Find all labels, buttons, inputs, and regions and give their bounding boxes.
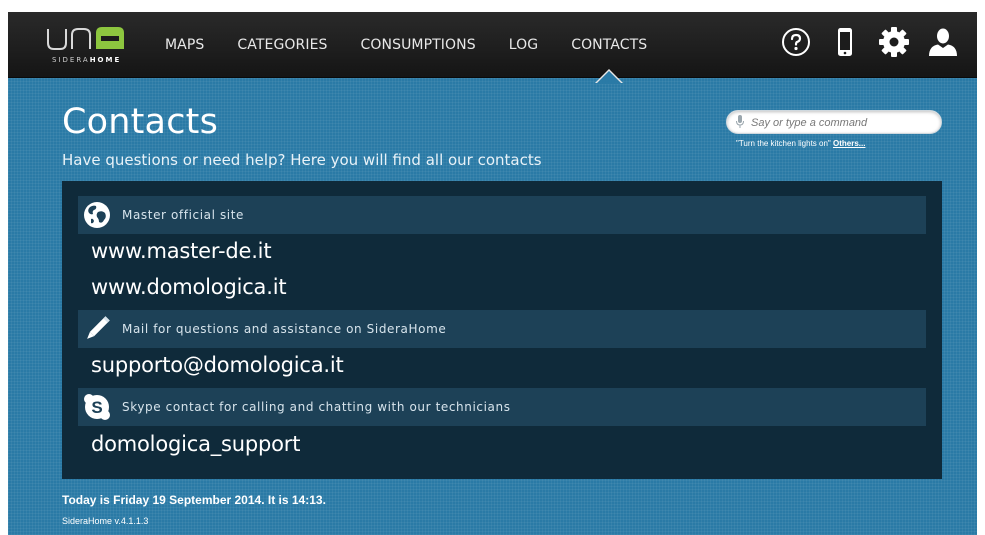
- nav-item-categories[interactable]: CATEGORIES: [237, 37, 327, 53]
- nav-item-contacts[interactable]: CONTACTS: [571, 37, 647, 84]
- una-logo-mark: [47, 27, 124, 50]
- contacts-panel: Master official site www.master-de.it ww…: [62, 181, 942, 479]
- website-link[interactable]: www.master-de.it: [91, 239, 272, 263]
- section-skype: S Skype contact for calling and chatting…: [78, 388, 926, 426]
- page-title: Contacts: [62, 102, 219, 142]
- microphone-icon[interactable]: [736, 115, 744, 129]
- current-date-time: Today is Friday 19 September 2014. It is…: [62, 493, 326, 507]
- nav-item-maps[interactable]: MAPS: [165, 37, 204, 53]
- email-link[interactable]: supporto@domologica.it: [91, 353, 344, 377]
- section-mail: Mail for questions and assistance on Sid…: [78, 310, 926, 348]
- pencil-icon: [80, 315, 114, 343]
- skype-contact-link[interactable]: domologica_support: [91, 432, 300, 456]
- mobile-phone-icon[interactable]: [829, 26, 861, 58]
- settings-gear-icon[interactable]: [878, 26, 910, 58]
- help-icon[interactable]: [780, 26, 812, 58]
- voice-command-box: [726, 110, 942, 134]
- section-label: Mail for questions and assistance on Sid…: [122, 322, 447, 336]
- top-navigation-bar: SIDERAHOME MAPS CATEGORIES CONSUMPTIONS …: [8, 12, 977, 84]
- globe-icon: [80, 201, 114, 229]
- command-input[interactable]: [751, 114, 936, 131]
- others-link[interactable]: Others...: [833, 139, 865, 148]
- una-logo[interactable]: SIDERAHOME: [46, 23, 138, 65]
- voice-hint-example: "Turn the kitchen lights on": [736, 139, 831, 148]
- nav-item-consumptions[interactable]: CONSUMPTIONS: [361, 37, 476, 53]
- app-frame: SIDERAHOME MAPS CATEGORIES CONSUMPTIONS …: [8, 12, 977, 535]
- section-master-site: Master official site: [78, 196, 926, 234]
- skype-icon: S: [80, 393, 114, 421]
- section-label: Skype contact for calling and chatting w…: [122, 400, 511, 414]
- app-version: SideraHome v.4.1.1.3: [62, 516, 149, 526]
- section-label: Master official site: [122, 208, 245, 222]
- nav-item-log[interactable]: LOG: [509, 37, 538, 53]
- voice-hint: "Turn the kitchen lights on" Others...: [736, 139, 865, 148]
- top-icon-group: [763, 26, 959, 58]
- website-link[interactable]: www.domologica.it: [91, 275, 287, 299]
- svg-text:S: S: [91, 398, 102, 417]
- main-menu: MAPS CATEGORIES CONSUMPTIONS LOG CONTACT…: [165, 12, 680, 84]
- logo-subtitle: SIDERAHOME: [52, 56, 122, 64]
- user-icon[interactable]: [927, 26, 959, 58]
- page-subtitle: Have questions or need help? Here you wi…: [62, 151, 542, 169]
